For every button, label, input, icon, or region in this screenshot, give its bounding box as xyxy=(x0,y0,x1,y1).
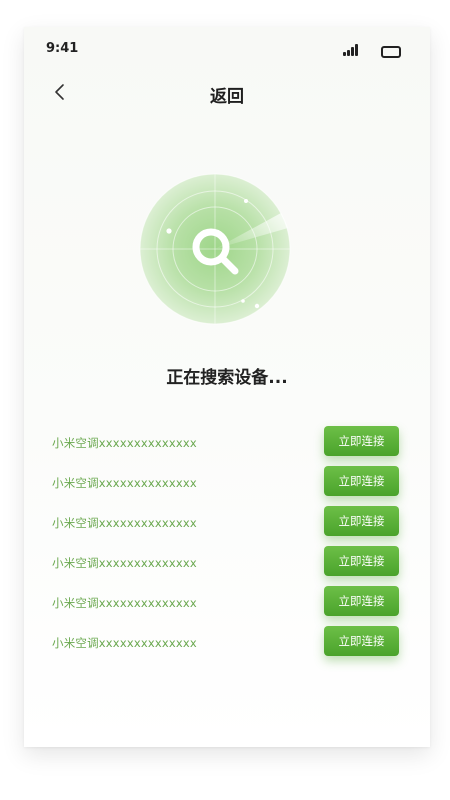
radar-scan-graphic xyxy=(139,173,291,325)
device-row: 小米空调xxxxxxxxxxxxxx 立即连接 xyxy=(24,426,430,458)
battery-icon xyxy=(381,46,401,58)
nav-header: 返回 xyxy=(24,77,430,107)
connect-button[interactable]: 立即连接 xyxy=(324,546,399,576)
signal-bars-icon xyxy=(343,44,359,56)
status-bar: 9:41 xyxy=(24,27,430,71)
device-row: 小米空调xxxxxxxxxxxxxx 立即连接 xyxy=(24,506,430,538)
device-row: 小米空调xxxxxxxxxxxxxx 立即连接 xyxy=(24,466,430,498)
page-title: 返回 xyxy=(210,87,244,107)
device-name: 小米空调xxxxxxxxxxxxxx xyxy=(52,436,197,450)
connect-button[interactable]: 立即连接 xyxy=(324,506,399,536)
device-name: 小米空调xxxxxxxxxxxxxx xyxy=(52,556,197,570)
device-name: 小米空调xxxxxxxxxxxxxx xyxy=(52,596,197,610)
connect-button[interactable]: 立即连接 xyxy=(324,626,399,656)
device-name: 小米空调xxxxxxxxxxxxxx xyxy=(52,636,197,650)
connect-button[interactable]: 立即连接 xyxy=(324,466,399,496)
search-status-text: 正在搜索设备... xyxy=(166,368,288,388)
status-time: 9:41 xyxy=(46,41,79,56)
connect-button[interactable]: 立即连接 xyxy=(324,586,399,616)
device-row: 小米空调xxxxxxxxxxxxxx 立即连接 xyxy=(24,546,430,578)
device-row: 小米空调xxxxxxxxxxxxxx 立即连接 xyxy=(24,626,430,658)
device-name: 小米空调xxxxxxxxxxxxxx xyxy=(52,516,197,530)
phone-screen: 9:41 返回 正在搜索设备... 小米空调xxxxxxxxxxxxxx 立即连… xyxy=(24,27,430,747)
connect-button[interactable]: 立即连接 xyxy=(324,426,399,456)
device-name: 小米空调xxxxxxxxxxxxxx xyxy=(52,476,197,490)
device-row: 小米空调xxxxxxxxxxxxxx 立即连接 xyxy=(24,586,430,618)
